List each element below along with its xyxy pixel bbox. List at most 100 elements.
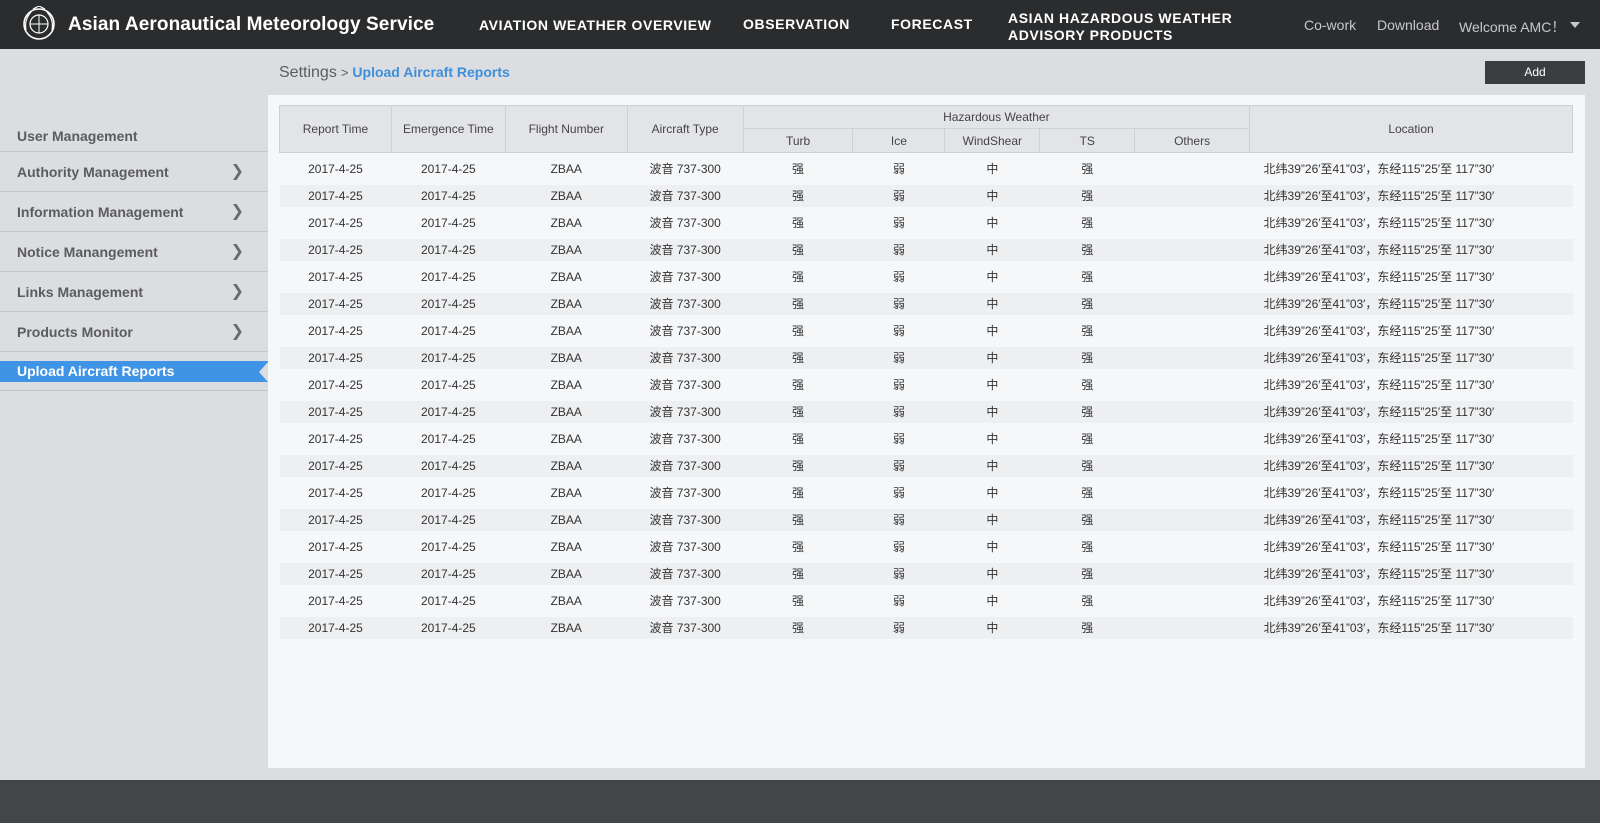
table-row[interactable]: 2017-4-25 2017-4-25 ZBAA 波音 737-300 强弱中强北纬39… <box>279 238 1573 261</box>
table-row[interactable]: 2017-4-25 2017-4-25 ZBAA 波音 737-300 强弱中强北纬39… <box>279 476 1573 509</box>
sidebar-item-label: Links Management <box>17 284 144 300</box>
cell-flight-number: ZBAA <box>505 530 628 563</box>
table-row[interactable]: 2017-4-25 2017-4-25 ZBAA 波音 737-300 强弱中强北纬39… <box>279 260 1573 293</box>
sidebar-item-links-management[interactable]: Links Management ❯ <box>0 272 268 312</box>
cell-ice: 弱 <box>852 530 945 563</box>
sidebar-item-products-monitor[interactable]: Products Monitor ❯ <box>0 312 268 352</box>
cowork-link[interactable]: Co-work <box>1304 17 1356 33</box>
nav-hazardous-weather-advisory[interactable]: ASIAN HAZARDOUS WEATHER ADVISORY PRODUCT… <box>1008 10 1268 44</box>
cell-ts: 强 <box>1039 400 1135 423</box>
header-ice: Ice <box>852 128 946 153</box>
sidebar-item-notice-management[interactable]: Notice Manangement ❯ <box>0 232 268 272</box>
header-others: Others <box>1134 128 1251 153</box>
cell-ice: 弱 <box>852 292 945 315</box>
cell-location: 北纬39”26′至41”03′，东经115”25′至 117”30′ <box>1249 238 1573 261</box>
cell-others <box>1134 422 1250 455</box>
table-row[interactable]: 2017-4-25 2017-4-25 ZBAA 波音 737-300 强弱中强北纬39… <box>279 400 1573 423</box>
cell-others <box>1134 530 1250 563</box>
cell-windshear: 中 <box>944 346 1040 369</box>
cell-aircraft-type: 波音 737-300 <box>627 616 744 639</box>
table-body: 2017-4-25 2017-4-25 ZBAA 波音 737-300 强弱中强北纬39… <box>279 152 1573 639</box>
cell-others <box>1134 476 1250 509</box>
cell-ts: 强 <box>1039 314 1135 347</box>
cell-turb: 强 <box>743 184 853 207</box>
cell-flight-number: ZBAA <box>505 400 628 423</box>
nav-hazard-line-2: ADVISORY PRODUCTS <box>1008 27 1173 43</box>
table-row[interactable]: 2017-4-25 2017-4-25 ZBAA 波音 737-300 强弱中强北纬39… <box>279 422 1573 455</box>
cell-report-time: 2017-4-25 <box>279 152 392 185</box>
breadcrumb-settings[interactable]: Settings <box>279 64 337 81</box>
cell-emergence-time: 2017-4-25 <box>391 314 506 347</box>
cell-flight-number: ZBAA <box>505 584 628 617</box>
table-row[interactable]: 2017-4-25 2017-4-25 ZBAA 波音 737-300 强弱中强北纬39… <box>279 508 1573 531</box>
cell-others <box>1134 368 1250 401</box>
cell-location: 北纬39”26′至41”03′，东经115”25′至 117”30′ <box>1249 454 1573 477</box>
sidebar-item-information-management[interactable]: Information Management ❯ <box>0 192 268 232</box>
cell-emergence-time: 2017-4-25 <box>391 152 506 185</box>
cell-turb: 强 <box>743 562 853 585</box>
sidebar-item-user-management[interactable]: User Management <box>0 120 268 152</box>
cell-aircraft-type: 波音 737-300 <box>627 314 744 347</box>
cell-emergence-time: 2017-4-25 <box>391 422 506 455</box>
cell-aircraft-type: 波音 737-300 <box>627 152 744 185</box>
header-aircraft-type: Aircraft Type <box>626 105 744 153</box>
reports-panel: Report Time Emergence Time Flight Number… <box>268 95 1585 768</box>
cell-location: 北纬39”26′至41”03′，东经115”25′至 117”30′ <box>1249 260 1573 293</box>
cell-report-time: 2017-4-25 <box>279 454 392 477</box>
cell-ice: 弱 <box>852 616 945 639</box>
cell-windshear: 中 <box>944 476 1040 509</box>
welcome-user-menu[interactable]: Welcome AMC！ <box>1459 17 1565 37</box>
cell-ts: 强 <box>1039 346 1135 369</box>
cell-turb: 强 <box>743 454 853 477</box>
header-emergence-time: Emergence Time <box>390 105 506 153</box>
cell-windshear: 中 <box>944 184 1040 207</box>
nav-aviation-weather-overview[interactable]: AVIATION WEATHER OVERVIEW <box>479 17 712 34</box>
header-windshear: WindShear <box>944 128 1041 153</box>
sidebar-item-authority-management[interactable]: Authority Management ❯ <box>0 152 268 192</box>
table-row[interactable]: 2017-4-25 2017-4-25 ZBAA 波音 737-300 强弱中强北纬39… <box>279 206 1573 239</box>
cell-flight-number: ZBAA <box>505 292 628 315</box>
cell-ts: 强 <box>1039 584 1135 617</box>
cell-others <box>1134 152 1250 185</box>
table-row[interactable]: 2017-4-25 2017-4-25 ZBAA 波音 737-300 强弱中强北纬39… <box>279 346 1573 369</box>
table-row[interactable]: 2017-4-25 2017-4-25 ZBAA 波音 737-300 强弱中强北纬39… <box>279 562 1573 585</box>
cell-others <box>1134 508 1250 531</box>
table-row[interactable]: 2017-4-25 2017-4-25 ZBAA 波音 737-300 强弱中强北纬39… <box>279 314 1573 347</box>
cell-ice: 弱 <box>852 368 945 401</box>
cell-ts: 强 <box>1039 152 1135 185</box>
cell-location: 北纬39”26′至41”03′，东经115”25′至 117”30′ <box>1249 292 1573 315</box>
cell-windshear: 中 <box>944 206 1040 239</box>
table-row[interactable]: 2017-4-25 2017-4-25 ZBAA 波音 737-300 强弱中强北纬39… <box>279 152 1573 185</box>
cell-windshear: 中 <box>944 616 1040 639</box>
sidebar-item-upload-aircraft-reports[interactable]: Upload Aircraft Reports <box>0 361 268 382</box>
header-flight-number: Flight Number <box>504 105 628 153</box>
cell-emergence-time: 2017-4-25 <box>391 292 506 315</box>
cell-flight-number: ZBAA <box>505 238 628 261</box>
nav-forecast[interactable]: FORECAST <box>891 16 973 33</box>
cell-turb: 强 <box>743 292 853 315</box>
cell-windshear: 中 <box>944 454 1040 477</box>
table-row[interactable]: 2017-4-25 2017-4-25 ZBAA 波音 737-300 强弱中强北纬39… <box>279 368 1573 401</box>
table-row[interactable]: 2017-4-25 2017-4-25 ZBAA 波音 737-300 强弱中强北纬39… <box>279 584 1573 617</box>
table-row[interactable]: 2017-4-25 2017-4-25 ZBAA 波音 737-300 强弱中强北纬39… <box>279 530 1573 563</box>
cell-others <box>1134 314 1250 347</box>
cell-turb: 强 <box>743 584 853 617</box>
cell-windshear: 中 <box>944 292 1040 315</box>
download-link[interactable]: Download <box>1377 17 1439 33</box>
cell-report-time: 2017-4-25 <box>279 584 392 617</box>
table-row[interactable]: 2017-4-25 2017-4-25 ZBAA 波音 737-300 强弱中强北纬39… <box>279 184 1573 207</box>
table-row[interactable]: 2017-4-25 2017-4-25 ZBAA 波音 737-300 强弱中强北纬39… <box>279 454 1573 477</box>
page-footer <box>0 780 1600 823</box>
nav-observation[interactable]: OBSERVATION <box>743 16 850 33</box>
cell-report-time: 2017-4-25 <box>279 184 392 207</box>
cell-report-time: 2017-4-25 <box>279 292 392 315</box>
cell-turb: 强 <box>743 530 853 563</box>
chevron-right-icon: ❯ <box>230 243 244 260</box>
caret-down-icon[interactable] <box>1570 22 1580 28</box>
table-row[interactable]: 2017-4-25 2017-4-25 ZBAA 波音 737-300 强弱中强北纬39… <box>279 616 1573 639</box>
cell-aircraft-type: 波音 737-300 <box>627 562 744 585</box>
cell-turb: 强 <box>743 616 853 639</box>
cell-windshear: 中 <box>944 260 1040 293</box>
table-row[interactable]: 2017-4-25 2017-4-25 ZBAA 波音 737-300 强弱中强北纬39… <box>279 292 1573 315</box>
add-button[interactable]: Add <box>1485 61 1585 84</box>
